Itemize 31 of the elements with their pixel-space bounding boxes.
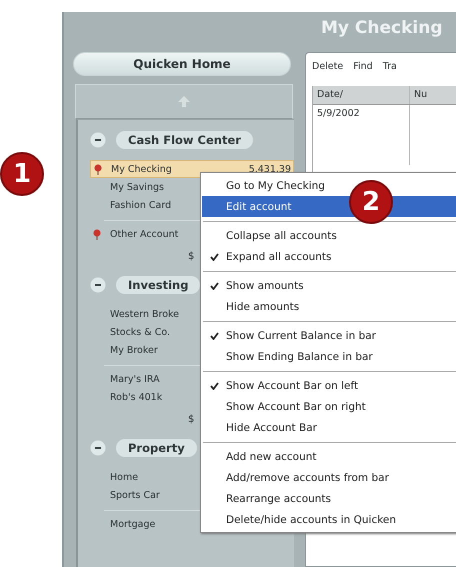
collapse-icon[interactable]: [90, 277, 106, 293]
menu-item[interactable]: Add new account: [202, 446, 456, 467]
menu-item[interactable]: Add/remove accounts from bar: [202, 467, 456, 488]
menu-item[interactable]: Show Account Bar on right: [202, 396, 456, 417]
menu-item[interactable]: Show Current Balance in bar: [202, 325, 456, 346]
table-cell: 5/9/2002: [313, 105, 410, 165]
section-header[interactable]: Investing: [116, 276, 200, 294]
section-header[interactable]: Cash Flow Center: [116, 131, 253, 149]
menu-item[interactable]: Show Account Bar on left: [202, 375, 456, 396]
menu-item[interactable]: Show Ending Balance in bar: [202, 346, 456, 367]
up-arrow-icon: [178, 96, 190, 107]
menu-item[interactable]: Rearrange accounts: [202, 488, 456, 509]
total-amount: $: [188, 250, 194, 262]
section-header[interactable]: Property: [116, 439, 197, 457]
menu-item[interactable]: Delete/hide accounts in Quicken: [202, 509, 456, 530]
toolbar-button[interactable]: Delete: [312, 61, 344, 72]
column-header[interactable]: Nu: [410, 86, 432, 104]
menu-item[interactable]: Hide Account Bar: [202, 417, 456, 438]
collapse-icon[interactable]: [90, 132, 106, 148]
toolbar-button[interactable]: Find: [353, 61, 373, 72]
total-amount: $: [188, 414, 194, 424]
menu-item[interactable]: Hide amounts: [202, 296, 456, 317]
home-button[interactable]: Quicken Home: [73, 52, 291, 76]
step-number-badge: 1: [0, 152, 44, 196]
menu-item[interactable]: Show amounts: [202, 275, 456, 296]
collapse-icon[interactable]: [90, 440, 106, 456]
menu-item[interactable]: Expand all accounts: [202, 246, 456, 267]
toolbar-button[interactable]: Tra: [382, 61, 397, 72]
menu-item[interactable]: Collapse all accounts: [202, 225, 456, 246]
window-title: My Checking: [320, 17, 444, 40]
column-header[interactable]: Date/: [313, 86, 410, 104]
